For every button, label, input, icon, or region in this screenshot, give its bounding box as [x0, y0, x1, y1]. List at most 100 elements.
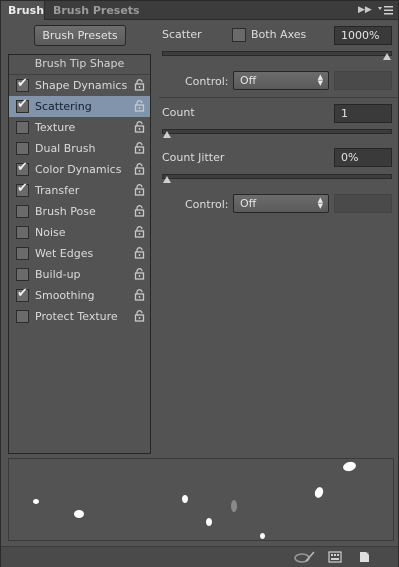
both-axes-label: Both Axes	[251, 28, 307, 41]
scatter-control-label: Control:	[185, 75, 229, 88]
setting-checkbox[interactable]	[16, 268, 29, 281]
panel-menu-icon[interactable]	[378, 4, 394, 19]
setting-label: Brush Pose	[35, 205, 96, 218]
tab-brush[interactable]: Brush	[1, 1, 45, 20]
setting-label: Color Dynamics	[35, 163, 122, 176]
brush-setting-color-dynamics[interactable]: ✔ Color Dynamics	[9, 159, 150, 180]
count-jitter-label: Count Jitter	[162, 151, 225, 164]
both-axes-checkbox[interactable]	[232, 28, 246, 42]
brush-dab	[182, 495, 188, 503]
checkmark-icon: ✔	[17, 97, 28, 112]
lock-icon[interactable]	[134, 226, 145, 238]
brush-setting-noise[interactable]: Noise	[9, 222, 150, 243]
setting-label: Smoothing	[35, 289, 95, 302]
count-slider-thumb[interactable]	[163, 131, 171, 138]
lock-icon[interactable]	[134, 310, 145, 322]
brush-setting-transfer[interactable]: ✔ Transfer	[9, 180, 150, 201]
checkmark-icon: ✔	[17, 181, 28, 196]
checkmark-icon: ✔	[17, 286, 28, 301]
setting-label: Build-up	[35, 268, 81, 281]
lock-icon[interactable]	[134, 163, 145, 175]
collapse-arrows-icon[interactable]: ▶▶	[358, 5, 372, 15]
scatter-value-field[interactable]: 1000%	[334, 26, 392, 45]
brush-setting-brush-pose[interactable]: Brush Pose	[9, 201, 150, 222]
brush-grid-icon[interactable]	[328, 550, 342, 567]
setting-checkbox[interactable]: ✔	[16, 160, 29, 176]
setting-label: Wet Edges	[35, 247, 94, 260]
setting-checkbox[interactable]: ✔	[16, 286, 29, 302]
lock-icon[interactable]	[134, 121, 145, 133]
setting-label: Shape Dynamics	[35, 79, 128, 92]
setting-label: Noise	[35, 226, 66, 239]
setting-label: Protect Texture	[35, 310, 118, 323]
brush-presets-button[interactable]: Brush Presets	[34, 25, 126, 46]
scatter-jitter-field[interactable]	[334, 71, 392, 90]
setting-checkbox[interactable]	[16, 247, 29, 260]
brush-setting-wet-edges[interactable]: Wet Edges	[9, 243, 150, 264]
count-label: Count	[162, 106, 195, 119]
lock-icon[interactable]	[134, 142, 145, 154]
setting-checkbox[interactable]	[16, 142, 29, 155]
setting-checkbox[interactable]	[16, 310, 29, 323]
setting-label: Transfer	[35, 184, 80, 197]
brush-setting-scattering[interactable]: ✔ Scattering	[9, 96, 150, 117]
brush-dab	[260, 533, 265, 539]
count-jitter-control-select[interactable]: Off ▲ ▼	[233, 194, 329, 213]
setting-checkbox[interactable]	[16, 226, 29, 239]
setting-label: Scattering	[35, 100, 92, 113]
toggle-live-tip-icon[interactable]	[294, 550, 316, 567]
count-jitter-control-label: Control:	[185, 198, 229, 211]
count-jitter-jitter-field[interactable]	[334, 194, 392, 213]
brush-tip-shape-item[interactable]: Brush Tip Shape	[9, 55, 150, 75]
lock-icon[interactable]	[134, 268, 145, 280]
setting-checkbox[interactable]	[16, 121, 29, 134]
select-arrows-icon: ▲ ▼	[317, 73, 323, 87]
brush-setting-texture[interactable]: Texture	[9, 117, 150, 138]
tab-bar: Brush Brush Presets ▶▶	[1, 1, 398, 20]
setting-label: Texture	[35, 121, 76, 134]
lock-icon[interactable]	[134, 100, 145, 112]
lock-icon[interactable]	[134, 184, 145, 196]
lock-icon[interactable]	[134, 205, 145, 217]
panel-footer	[1, 546, 398, 567]
brush-setting-shape-dynamics[interactable]: ✔ Shape Dynamics	[9, 75, 150, 96]
count-jitter-control-value: Off	[240, 197, 257, 210]
count-slider[interactable]	[162, 129, 392, 138]
checkmark-icon: ✔	[17, 76, 28, 91]
scatter-label: Scatter	[162, 28, 202, 41]
lock-icon[interactable]	[134, 247, 145, 259]
brush-setting-dual-brush[interactable]: Dual Brush	[9, 138, 150, 159]
setting-label: Dual Brush	[35, 142, 96, 155]
select-arrows-icon: ▲ ▼	[317, 196, 323, 210]
count-jitter-slider-thumb[interactable]	[163, 176, 171, 183]
divider	[159, 97, 397, 98]
brush-dab	[313, 485, 325, 500]
setting-checkbox[interactable]: ✔	[16, 181, 29, 197]
scatter-slider-thumb[interactable]	[383, 53, 391, 60]
brush-dab	[33, 499, 39, 504]
brush-settings-list: Brush Tip Shape ✔ Shape Dynamics ✔ Scatteri…	[8, 54, 151, 454]
scatter-slider[interactable]	[162, 51, 392, 60]
setting-checkbox[interactable]	[16, 205, 29, 218]
brush-panel: Brush Brush Presets ▶▶ Brush Presets Bru…	[0, 0, 399, 567]
lock-icon[interactable]	[134, 289, 145, 301]
count-value-field[interactable]: 1	[334, 104, 392, 123]
setting-checkbox[interactable]: ✔	[16, 97, 29, 113]
brush-dab	[206, 518, 212, 526]
checkmark-icon: ✔	[17, 160, 28, 175]
tab-brush-presets[interactable]: Brush Presets	[46, 1, 147, 20]
lock-icon[interactable]	[134, 79, 145, 91]
count-jitter-slider[interactable]	[162, 174, 392, 183]
brush-setting-build-up[interactable]: Build-up	[9, 264, 150, 285]
brush-dab	[74, 510, 84, 518]
setting-checkbox[interactable]: ✔	[16, 76, 29, 92]
new-brush-icon[interactable]	[358, 550, 372, 567]
brush-setting-smoothing[interactable]: ✔ Smoothing	[9, 285, 150, 306]
brush-stroke-preview	[8, 458, 394, 541]
scatter-control-select[interactable]: Off ▲ ▼	[233, 71, 329, 90]
brush-setting-protect-texture[interactable]: Protect Texture	[9, 306, 150, 327]
scatter-control-value: Off	[240, 74, 257, 87]
brush-dab	[231, 500, 237, 512]
count-jitter-value-field[interactable]: 0%	[334, 148, 392, 167]
brush-dab	[342, 460, 357, 473]
